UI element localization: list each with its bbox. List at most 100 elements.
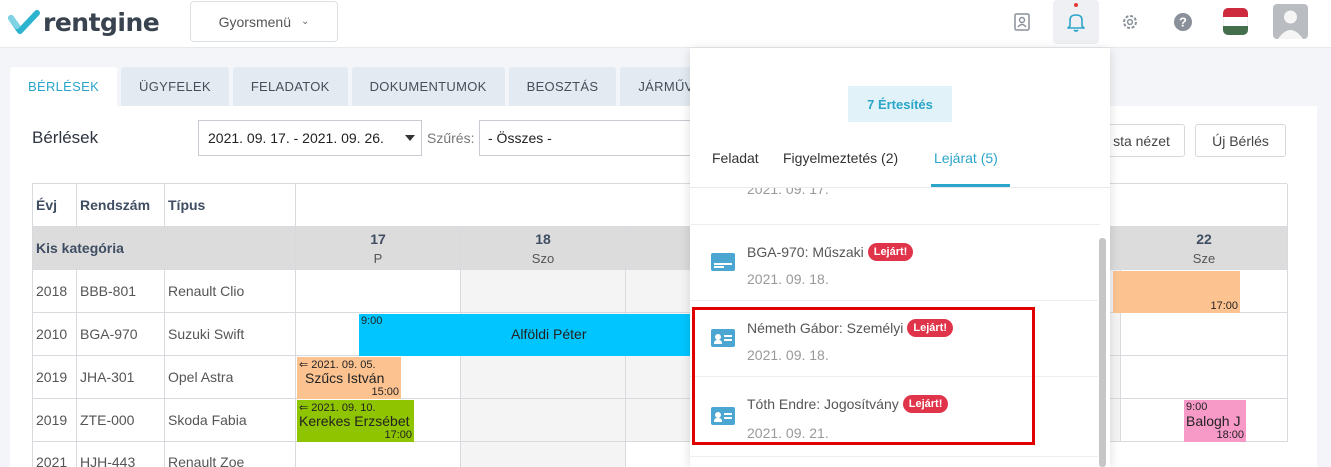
booking-customer: Szűcs István	[305, 370, 385, 386]
booking-customer: Alföldi Péter	[511, 326, 587, 342]
logo-text: rentgine	[43, 7, 160, 37]
logo-check-icon	[8, 10, 40, 34]
booking-end-time: 18:00	[1216, 429, 1244, 441]
day-number: 22	[1196, 230, 1212, 247]
row-plate[interactable]: JHA-301	[77, 356, 165, 399]
booking-customer: Balogh J	[1186, 413, 1241, 429]
day-weekday: Szo	[531, 250, 555, 266]
main-tabs: BÉRLÉSEK ÜGYFELEK FELADATOK DOKUMENTUMOK…	[10, 67, 734, 106]
day-cell[interactable]	[296, 270, 461, 313]
day-number: 18	[535, 230, 551, 247]
gear-icon	[1123, 15, 1137, 29]
avatar[interactable]	[1273, 4, 1308, 39]
row-type: Opel Astra	[165, 356, 296, 399]
notification-date: 2021. 09. 18.	[747, 271, 829, 287]
settings-button[interactable]	[1107, 0, 1153, 44]
contact-card-icon	[1014, 13, 1030, 31]
row-year: 2019	[33, 356, 77, 399]
tab-expiry-notifications[interactable]: Lejárat (5)	[934, 150, 998, 166]
notification-count: 7 Értesítés	[848, 86, 952, 122]
notification-title: BGA-970: Műszaki	[747, 244, 864, 260]
date-range-select[interactable]: 2021. 09. 17. - 2021. 09. 26.	[198, 120, 422, 156]
notification-title-wrap: BGA-970: Műszaki Lejárt!	[747, 243, 914, 261]
quick-menu-button[interactable]: Gyorsmenü ⌄	[190, 1, 338, 42]
tab-schedule[interactable]: BEOSZTÁS	[508, 67, 617, 106]
col-header-year: Évj	[33, 184, 77, 227]
filter-select[interactable]: - Összes -	[479, 120, 699, 156]
card-icon	[711, 253, 735, 271]
partial-item-date: 2021. 09. 17.	[747, 188, 829, 197]
booking-start-time: 9:00	[361, 315, 383, 327]
day-cell[interactable]	[1121, 313, 1288, 356]
notifications-button[interactable]	[1053, 0, 1099, 44]
booking-bar[interactable]: ⇐ 2021. 09. 05. Szűcs István 15:00	[297, 357, 401, 399]
day-cell[interactable]	[461, 399, 626, 442]
scrollbar-thumb[interactable]	[1099, 238, 1106, 467]
booking-end-time: 17:00	[1210, 300, 1238, 312]
row-year: 2021	[33, 442, 77, 467]
caret-down-icon	[405, 135, 415, 141]
row-year: 2010	[33, 313, 77, 356]
row-type: Skoda Fabia	[165, 399, 296, 442]
contacts-button[interactable]	[999, 0, 1045, 44]
booking-end-time: 17:00	[384, 429, 412, 441]
row-year: 2019	[33, 399, 77, 442]
day-header: 22 Sze	[1121, 227, 1288, 270]
col-header-plate: Rendszám	[77, 184, 165, 227]
day-cell[interactable]	[296, 442, 461, 467]
day-cell[interactable]	[461, 442, 626, 467]
tab-customers[interactable]: ÜGYFELEK	[121, 67, 229, 106]
day-weekday: Sze	[1192, 250, 1216, 266]
col-header-type: Típus	[165, 184, 296, 227]
booking-customer: Kerekes Erzsébet	[299, 413, 410, 429]
notification-dot	[1074, 3, 1078, 7]
filter-value: - Összes -	[488, 130, 552, 146]
booking-bar[interactable]: 9:00 Alföldi Péter	[359, 314, 699, 356]
row-type: Renault Clio	[165, 270, 296, 313]
page-title: Bérlések	[32, 128, 99, 147]
booking-bar[interactable]: 9:00 Balogh J 18:00	[1184, 400, 1246, 442]
svg-text:?: ?	[1179, 15, 1187, 30]
row-plate[interactable]: BGA-970	[77, 313, 165, 356]
day-number: 17	[370, 230, 386, 247]
help-button[interactable]: ?	[1160, 0, 1206, 44]
user-icon	[1278, 10, 1303, 39]
row-plate[interactable]: BBB-801	[77, 270, 165, 313]
day-cell[interactable]	[461, 356, 626, 399]
row-year: 2018	[33, 270, 77, 313]
quick-menu-label: Gyorsmenü	[218, 13, 291, 30]
bell-icon	[1067, 14, 1085, 32]
hungarian-flag-icon[interactable]	[1223, 8, 1248, 35]
date-range-value: 2021. 09. 17. - 2021. 09. 26.	[208, 130, 384, 146]
row-plate[interactable]: ZTE-000	[77, 399, 165, 442]
list-view-button[interactable]: sta nézet	[1098, 124, 1185, 157]
tab-tasks[interactable]: FELADATOK	[232, 67, 348, 106]
booking-bar[interactable]: 17:00	[1113, 271, 1240, 313]
new-rental-button[interactable]: Új Bérlés	[1195, 124, 1286, 157]
row-type: Suzuki Swift	[165, 313, 296, 356]
booking-bar[interactable]: ⇐ 2021. 09. 10. Kerekes Erzsébet 17:00	[297, 400, 414, 442]
row-type: Renault Zoe	[165, 442, 296, 467]
highlight-box	[692, 307, 1035, 445]
day-weekday: P	[373, 250, 383, 266]
rentals-panel: Bérlések 2021. 09. 17. - 2021. 09. 26. S…	[10, 106, 1317, 467]
day-header: 18 Szo	[461, 227, 626, 270]
row-plate[interactable]: HJH-443	[77, 442, 165, 467]
day-header: 17 P	[296, 227, 461, 270]
notification-item[interactable]: BGA-970: Műszaki Lejárt! 2021. 09. 18.	[690, 225, 1100, 301]
tab-task-notifications[interactable]: Feladat	[712, 150, 759, 166]
logo[interactable]: rentgine	[8, 6, 160, 38]
category-label: Kis kategória	[33, 227, 296, 270]
tab-warning-notifications[interactable]: Figyelmeztetés (2)	[783, 150, 898, 166]
partial-item-date-clip: 2021. 09. 17.	[747, 188, 897, 204]
day-cell[interactable]	[461, 270, 626, 313]
top-bar: rentgine Gyorsmenü ⌄ ?	[0, 0, 1331, 48]
help-icon: ?	[1174, 13, 1192, 31]
tab-rentals[interactable]: BÉRLÉSEK	[10, 67, 118, 106]
tab-documents[interactable]: DOKUMENTUMOK	[351, 67, 505, 106]
expired-badge: Lejárt!	[867, 243, 914, 261]
booking-end-time: 15:00	[371, 386, 399, 398]
day-cell[interactable]	[1121, 356, 1288, 399]
chevron-down-icon: ⌄	[300, 16, 310, 27]
filter-label: Szűrés:	[427, 130, 475, 146]
